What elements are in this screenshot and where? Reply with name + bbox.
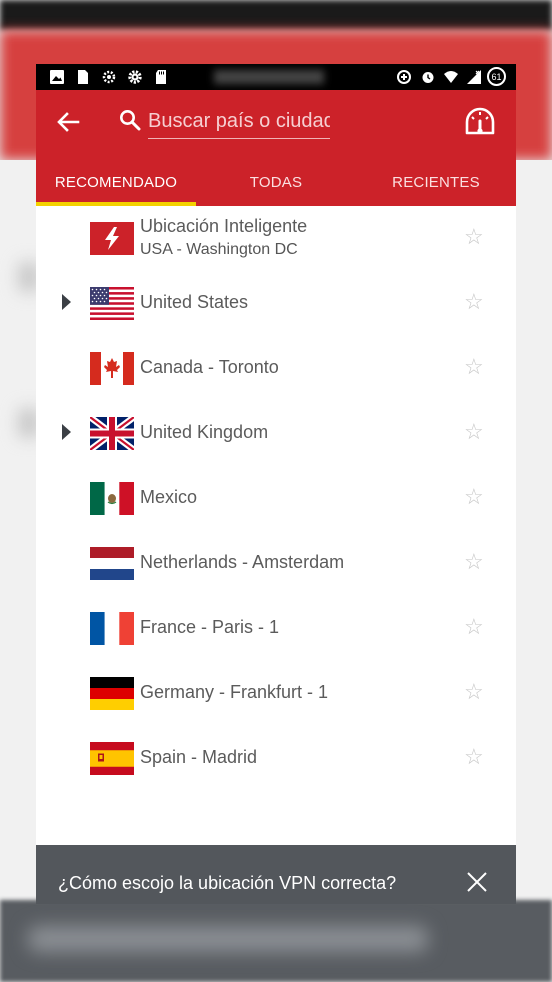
tab-recomendado[interactable]: RECOMENDADO bbox=[36, 158, 196, 206]
tab-todas[interactable]: TODAS bbox=[196, 158, 356, 206]
tab-label: TODAS bbox=[249, 173, 303, 191]
location-name: Spain - Madrid bbox=[140, 747, 258, 767]
search-field[interactable] bbox=[148, 106, 330, 139]
tab-recientes[interactable]: RECIENTES bbox=[356, 158, 516, 206]
document-icon bbox=[78, 70, 88, 84]
settings-icon bbox=[128, 70, 142, 84]
tab-label: RECOMENDADO bbox=[54, 173, 178, 191]
search-input[interactable] bbox=[148, 106, 330, 136]
image-icon bbox=[50, 70, 64, 84]
alarm-icon bbox=[422, 72, 434, 83]
location-item-united-states[interactable]: United States ☆ bbox=[36, 271, 516, 336]
search-icon bbox=[120, 110, 141, 131]
favorite-star-icon[interactable]: ☆ bbox=[464, 485, 484, 509]
us-flag bbox=[90, 287, 134, 320]
status-bar-blurred-area bbox=[214, 70, 324, 84]
smart-location-icon bbox=[90, 222, 134, 255]
favorite-star-icon[interactable]: ☆ bbox=[464, 225, 484, 249]
expand-arrow-icon[interactable] bbox=[62, 424, 71, 440]
spain-flag bbox=[90, 742, 134, 775]
canada-flag bbox=[90, 352, 134, 385]
location-name: United Kingdom bbox=[140, 422, 269, 442]
location-item-united-kingdom[interactable]: United Kingdom ☆ bbox=[36, 401, 516, 466]
favorite-star-icon[interactable]: ☆ bbox=[464, 420, 484, 444]
favorite-star-icon[interactable]: ☆ bbox=[464, 290, 484, 314]
location-picker-screen: 61 RECOMENDADO TODAS RECIENTES Ubicación… bbox=[36, 64, 516, 904]
favorite-star-icon[interactable]: ☆ bbox=[464, 550, 484, 574]
status-bar: 61 bbox=[36, 64, 516, 90]
uk-flag bbox=[90, 417, 134, 450]
mexico-flag bbox=[90, 482, 134, 515]
expand-arrow-icon[interactable] bbox=[62, 294, 71, 310]
close-icon[interactable] bbox=[466, 871, 488, 893]
favorite-star-icon[interactable]: ☆ bbox=[464, 680, 484, 704]
help-snackbar[interactable]: ¿Cómo escojo la ubicación VPN correcta? bbox=[36, 845, 516, 904]
favorite-star-icon[interactable]: ☆ bbox=[464, 355, 484, 379]
favorite-star-icon[interactable]: ☆ bbox=[464, 615, 484, 639]
location-name: Netherlands - Amsterdam bbox=[140, 552, 345, 572]
location-item-germany-frankfurt[interactable]: Germany - Frankfurt - 1 ☆ bbox=[36, 661, 516, 726]
app-bar: RECOMENDADO TODAS RECIENTES bbox=[36, 90, 516, 206]
favorite-star-icon[interactable]: ☆ bbox=[464, 745, 484, 769]
location-subtitle: USA - Washington DC bbox=[140, 241, 298, 258]
wifi-icon bbox=[444, 71, 458, 83]
location-item-mexico[interactable]: Mexico ☆ bbox=[36, 466, 516, 531]
germany-flag bbox=[90, 677, 134, 710]
location-name: Canada - Toronto bbox=[140, 357, 279, 377]
location-item-canada-toronto[interactable]: Canada - Toronto ☆ bbox=[36, 336, 516, 401]
tab-label: RECIENTES bbox=[392, 173, 480, 191]
signal-icon bbox=[467, 70, 481, 84]
france-flag bbox=[90, 612, 134, 645]
location-item-france-paris[interactable]: France - Paris - 1 ☆ bbox=[36, 596, 516, 661]
location-item-smart-location[interactable]: Ubicación Inteligente USA - Washington D… bbox=[36, 206, 516, 271]
location-name: Ubicación Inteligente bbox=[140, 216, 308, 236]
location-name: Mexico bbox=[140, 487, 198, 507]
location-item-spain-madrid[interactable]: Spain - Madrid ☆ bbox=[36, 726, 516, 791]
background-snackbar-text bbox=[28, 926, 428, 952]
snackbar-text: ¿Cómo escojo la ubicación VPN correcta? bbox=[58, 873, 397, 893]
location-name: Germany - Frankfurt - 1 bbox=[140, 682, 329, 702]
battery-level: 61 bbox=[491, 71, 502, 82]
netherlands-flag bbox=[90, 547, 134, 580]
sd-card-icon bbox=[156, 70, 166, 84]
tab-bar: RECOMENDADO TODAS RECIENTES bbox=[36, 158, 516, 206]
background-statusbar bbox=[0, 0, 552, 30]
back-arrow-icon[interactable] bbox=[54, 108, 82, 136]
gear-small-icon bbox=[102, 70, 116, 84]
data-saver-icon bbox=[397, 70, 411, 84]
location-name: France - Paris - 1 bbox=[140, 617, 280, 637]
battery-icon: 61 bbox=[487, 67, 506, 86]
speed-test-icon[interactable] bbox=[464, 106, 496, 138]
location-name: United States bbox=[140, 292, 249, 312]
location-item-netherlands-amsterdam[interactable]: Netherlands - Amsterdam ☆ bbox=[36, 531, 516, 596]
